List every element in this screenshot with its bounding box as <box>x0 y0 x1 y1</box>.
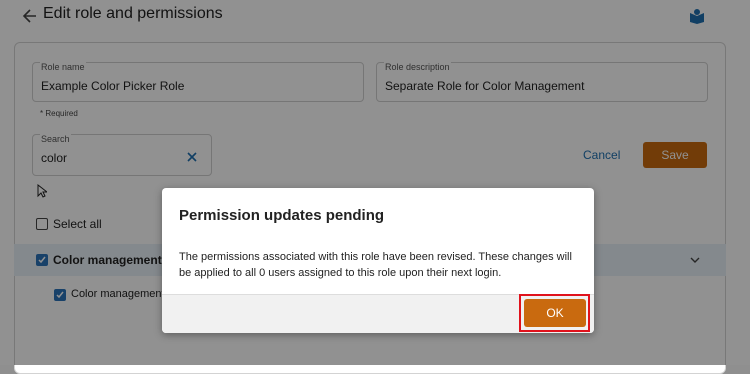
dialog-message: The permissions associated with this rol… <box>179 251 572 279</box>
dialog-title: Permission updates pending <box>179 207 385 224</box>
ok-button[interactable]: OK <box>524 299 586 327</box>
